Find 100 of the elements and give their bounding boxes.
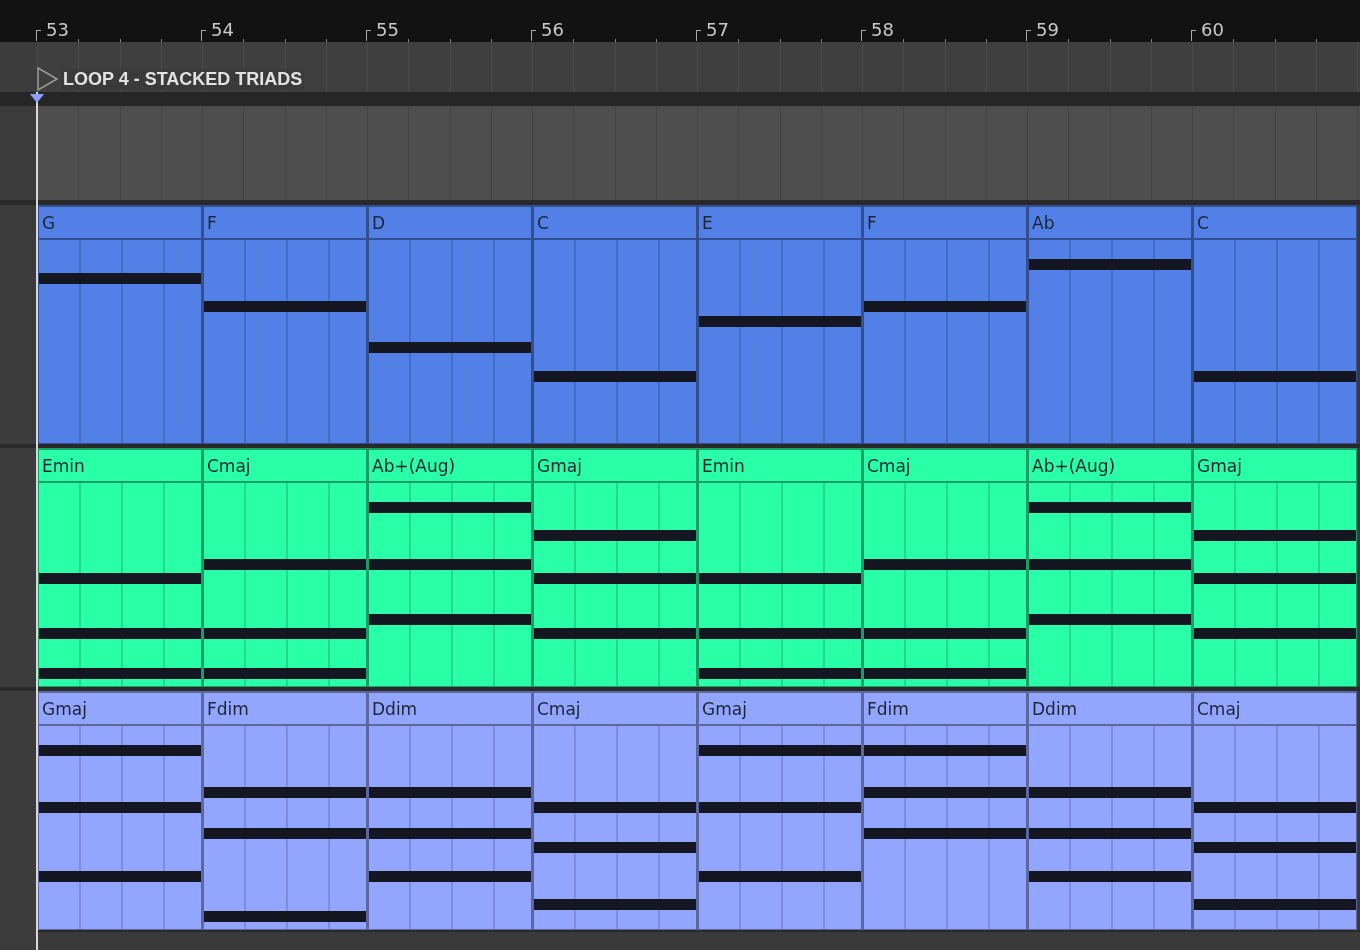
clip-name: Ddim — [1032, 698, 1078, 719]
midi-clip[interactable]: G — [37, 205, 202, 444]
clip-name: Ab — [1032, 212, 1055, 233]
bar-number: 55 — [376, 19, 399, 41]
midi-note[interactable] — [699, 572, 861, 584]
midi-clip[interactable]: C — [1192, 205, 1357, 444]
midi-note[interactable] — [204, 627, 366, 639]
midi-clip[interactable]: C — [532, 205, 697, 444]
midi-note[interactable] — [369, 613, 531, 625]
midi-note[interactable] — [369, 828, 531, 840]
clip-name: Ddim — [372, 698, 418, 719]
clip-name: Gmaj — [537, 455, 582, 476]
clip-name: D — [372, 212, 386, 233]
midi-note[interactable] — [534, 530, 696, 542]
midi-note[interactable] — [1194, 530, 1356, 542]
midi-note[interactable] — [864, 558, 1026, 570]
midi-note[interactable] — [1194, 627, 1356, 639]
midi-note[interactable] — [1029, 501, 1191, 513]
midi-note[interactable] — [864, 668, 1026, 680]
midi-clip[interactable]: Cmaj — [862, 448, 1027, 687]
clip-name: C — [537, 212, 549, 233]
clip-name: Ab+(Aug) — [372, 455, 456, 476]
midi-clip[interactable]: Cmaj — [532, 691, 697, 930]
clip-name: Cmaj — [537, 698, 581, 719]
midi-note[interactable] — [534, 801, 696, 813]
bar-number: 57 — [706, 19, 729, 41]
clip-name: Fdim — [207, 698, 249, 719]
midi-clip[interactable]: D — [367, 205, 532, 444]
midi-note[interactable] — [534, 842, 696, 854]
midi-note[interactable] — [1194, 842, 1356, 854]
midi-clip[interactable]: Ddim — [367, 691, 532, 930]
midi-note[interactable] — [204, 558, 366, 570]
clip-name: Cmaj — [867, 455, 911, 476]
midi-clip[interactable]: E — [697, 205, 862, 444]
midi-clip[interactable]: Fdim — [202, 691, 367, 930]
midi-note[interactable] — [369, 501, 531, 513]
midi-note[interactable] — [204, 828, 366, 840]
midi-note[interactable] — [1029, 613, 1191, 625]
midi-note[interactable] — [39, 870, 201, 882]
midi-note[interactable] — [864, 787, 1026, 799]
midi-note[interactable] — [864, 744, 1026, 756]
midi-note[interactable] — [39, 801, 201, 813]
bar-number: 56 — [541, 19, 564, 41]
midi-note[interactable] — [699, 668, 861, 680]
midi-clip[interactable]: Ab+(Aug) — [367, 448, 532, 687]
midi-note[interactable] — [864, 828, 1026, 840]
midi-note[interactable] — [699, 801, 861, 813]
bar-number: 58 — [871, 19, 894, 41]
midi-note[interactable] — [1029, 787, 1191, 799]
midi-clip[interactable]: Ab — [1027, 205, 1192, 444]
midi-note[interactable] — [699, 870, 861, 882]
midi-note[interactable] — [204, 911, 366, 923]
clip-name: F — [867, 212, 877, 233]
midi-clip[interactable]: F — [862, 205, 1027, 444]
midi-note[interactable] — [699, 627, 861, 639]
midi-clip[interactable]: F — [202, 205, 367, 444]
clip-name: E — [702, 212, 713, 233]
midi-note[interactable] — [1029, 828, 1191, 840]
midi-clip[interactable]: Fdim — [862, 691, 1027, 930]
midi-clip[interactable]: Emin — [37, 448, 202, 687]
bar-number: 54 — [211, 19, 234, 41]
midi-clip[interactable]: Ab+(Aug) — [1027, 448, 1192, 687]
clip-name: Gmaj — [1197, 455, 1242, 476]
midi-clip[interactable]: Cmaj — [1192, 691, 1357, 930]
playhead-triangle-icon[interactable] — [30, 94, 44, 103]
clip-name: F — [207, 212, 217, 233]
midi-clip[interactable]: Gmaj — [37, 691, 202, 930]
midi-note[interactable] — [39, 572, 201, 584]
midi-note[interactable] — [39, 627, 201, 639]
play-triangle-icon[interactable] — [37, 67, 59, 91]
midi-note[interactable] — [534, 572, 696, 584]
midi-clip[interactable]: Gmaj — [1192, 448, 1357, 687]
midi-note[interactable] — [1029, 558, 1191, 570]
midi-clip[interactable]: Ddim — [1027, 691, 1192, 930]
midi-clip[interactable]: Cmaj — [202, 448, 367, 687]
midi-note[interactable] — [1194, 899, 1356, 911]
midi-clip[interactable]: Gmaj — [697, 691, 862, 930]
midi-note[interactable] — [204, 668, 366, 680]
midi-note[interactable] — [1194, 572, 1356, 584]
midi-clip[interactable]: Gmaj — [532, 448, 697, 687]
clip-name: Gmaj — [702, 698, 747, 719]
midi-note[interactable] — [534, 899, 696, 911]
clip-name: Emin — [702, 455, 745, 476]
midi-clip[interactable]: Emin — [697, 448, 862, 687]
midi-note[interactable] — [39, 744, 201, 756]
midi-note[interactable] — [369, 787, 531, 799]
midi-note[interactable] — [864, 627, 1026, 639]
clip-name: Fdim — [867, 698, 909, 719]
midi-note[interactable] — [1194, 801, 1356, 813]
clip-name: Cmaj — [207, 455, 251, 476]
midi-note[interactable] — [204, 787, 366, 799]
midi-note[interactable] — [699, 744, 861, 756]
midi-note[interactable] — [39, 668, 201, 680]
midi-note[interactable] — [534, 627, 696, 639]
clip-name: G — [42, 212, 56, 233]
loop-locator-label[interactable]: LOOP 4 - STACKED TRIADS — [61, 68, 305, 90]
midi-note[interactable] — [1029, 870, 1191, 882]
midi-note[interactable] — [369, 870, 531, 882]
clip-name: Gmaj — [42, 698, 87, 719]
midi-note[interactable] — [369, 558, 531, 570]
